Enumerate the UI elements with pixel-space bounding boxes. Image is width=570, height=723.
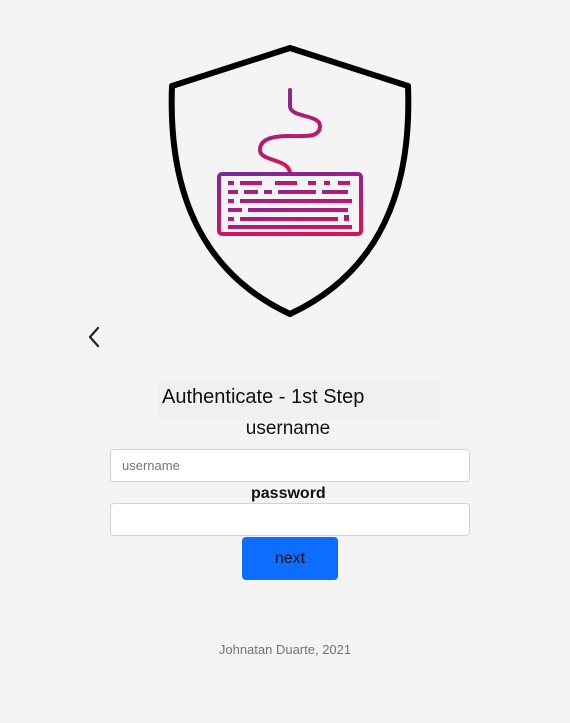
username-input[interactable] xyxy=(110,449,470,482)
back-chevron-icon[interactable] xyxy=(82,322,106,352)
username-label: username xyxy=(245,418,331,439)
shield-keyboard-icon xyxy=(168,45,412,317)
footer-credit: Johnatan Duarte, 2021 xyxy=(218,642,352,657)
login-page: Authenticate - 1st Step username passwor… xyxy=(0,0,570,723)
page-title: Authenticate - 1st Step xyxy=(162,386,365,408)
next-button[interactable]: next xyxy=(242,537,338,580)
password-label: password xyxy=(251,485,326,502)
password-input[interactable] xyxy=(110,503,470,536)
